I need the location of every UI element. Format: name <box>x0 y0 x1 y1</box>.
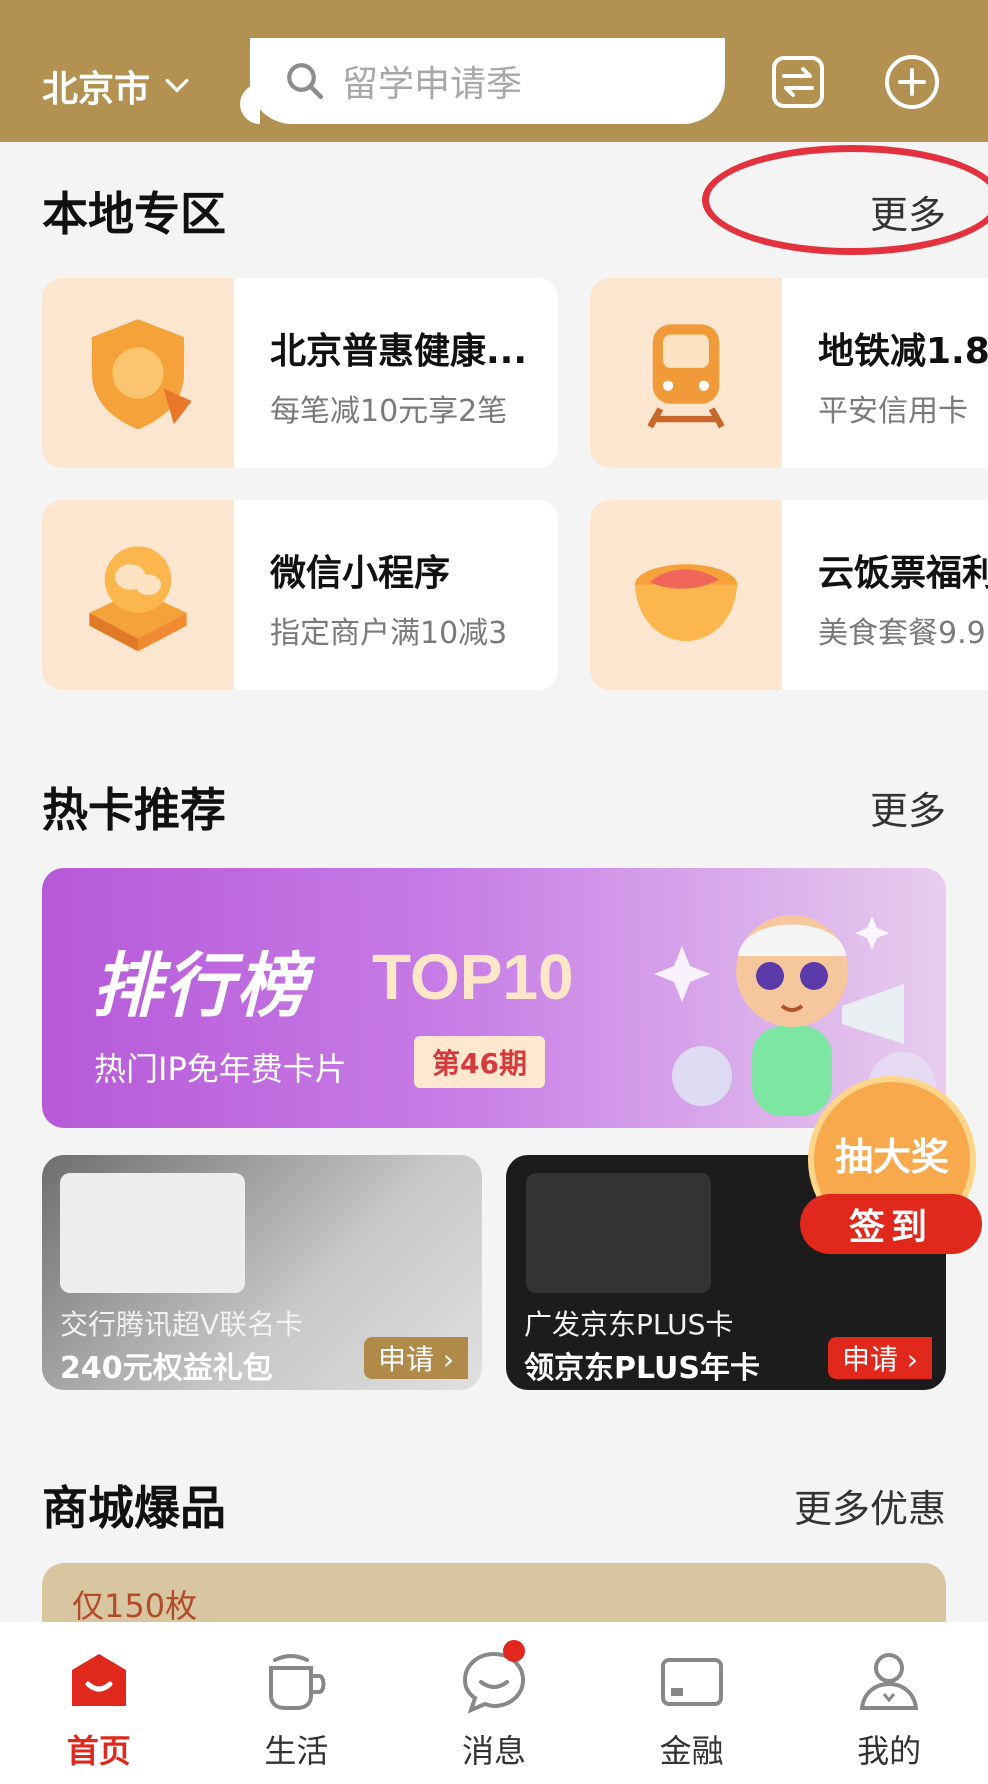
card-image <box>526 1173 711 1293</box>
promo-title: 北京普惠健康... <box>270 331 528 372</box>
tab-label: 我的 <box>857 1732 922 1770</box>
hot-section-title: 热卡推荐 <box>42 783 226 837</box>
checkin-label: 签到 <box>800 1194 982 1254</box>
card-gift: 领京东PLUS年卡 <box>524 1351 761 1386</box>
banner-subtitle: 热门IP免年费卡片 <box>94 1050 347 1088</box>
tab-label: 金融 <box>659 1732 724 1770</box>
promo-title: 地铁减1.8 <box>818 331 988 372</box>
card-image <box>60 1173 245 1293</box>
local-section-title: 本地专区 <box>42 187 226 241</box>
tab-label: 消息 <box>461 1732 526 1770</box>
bottom-tab-bar: 首页 生活 消息 金融 我的 <box>0 1622 988 1784</box>
credit-card-bocom[interactable]: 交行腾讯超V联名卡 240元权益礼包 申请 › <box>42 1155 482 1390</box>
search-placeholder: 留学申请季 <box>342 64 523 105</box>
card-icon <box>660 1658 723 1706</box>
mall-more-link[interactable]: 更多优惠 <box>794 1478 946 1533</box>
wechat-icon <box>89 546 187 652</box>
promo-card-wechat[interactable]: 微信小程序 指定商户满10减3 <box>42 500 558 690</box>
apply-button[interactable]: 申请 › <box>828 1337 932 1379</box>
tab-mine[interactable]: 我的 <box>790 1622 988 1784</box>
promo-title: 云饭票福利 <box>818 553 988 594</box>
tab-label: 生活 <box>264 1732 329 1770</box>
plus-circle-icon[interactable] <box>882 52 942 112</box>
promo-card-health[interactable]: 北京普惠健康... 每笔减10元享2笔 <box>42 278 558 468</box>
lottery-float-button[interactable]: 抽大奖 签到 <box>800 1076 982 1264</box>
promo-card-food[interactable]: 云饭票福利 美食套餐9.9 <box>590 500 988 690</box>
user-icon <box>859 1653 919 1710</box>
tab-messages[interactable]: 消息 <box>395 1622 593 1784</box>
tab-home[interactable]: 首页 <box>0 1622 198 1784</box>
promo-card-metro[interactable]: 地铁减1.8 平安信用卡 <box>590 278 988 468</box>
search-icon <box>287 63 324 100</box>
banner-top10: TOP10 <box>372 941 574 1013</box>
switch-icon[interactable] <box>768 52 828 112</box>
promo-subtitle: 指定商户满10减3 <box>270 616 508 651</box>
apply-button[interactable]: 申请 › <box>364 1337 468 1379</box>
annotation-circle <box>702 145 988 255</box>
banner-issue-badge: 第46期 <box>414 1036 545 1088</box>
home-icon <box>71 1654 126 1706</box>
tab-label: 首页 <box>66 1732 131 1770</box>
city-selector[interactable]: 北京市 <box>42 58 190 114</box>
cup-icon <box>269 1654 326 1710</box>
card-name: 交行腾讯超V联名卡 <box>60 1308 304 1341</box>
tab-life[interactable]: 生活 <box>198 1622 396 1784</box>
tab-finance[interactable]: 金融 <box>593 1622 791 1784</box>
card-gift: 240元权益礼包 <box>60 1351 273 1386</box>
hot-more-link[interactable]: 更多 <box>870 780 946 835</box>
mall-section-title: 商城爆品 <box>42 1481 226 1535</box>
promo-subtitle: 美食套餐9.9 <box>818 616 986 651</box>
banner-title: 排行榜 <box>92 945 308 1027</box>
shield-icon <box>91 319 192 430</box>
chevron-down-icon <box>165 78 189 93</box>
top-header: 北京市 留学申请季 <box>0 0 988 142</box>
food-bowl-icon <box>634 564 738 642</box>
city-label: 北京市 <box>42 69 151 110</box>
card-name: 广发京东PLUS卡 <box>524 1308 734 1341</box>
promo-subtitle: 每笔减10元享2笔 <box>270 394 508 429</box>
search-bar[interactable]: 留学申请季 <box>240 38 725 124</box>
promo-title: 微信小程序 <box>270 553 451 594</box>
train-icon <box>647 324 725 429</box>
mall-limit-tag: 仅150枚 <box>72 1587 198 1625</box>
mall-product-banner[interactable]: 仅150枚 <box>42 1563 946 1625</box>
promo-subtitle: 平安信用卡 <box>818 394 968 429</box>
